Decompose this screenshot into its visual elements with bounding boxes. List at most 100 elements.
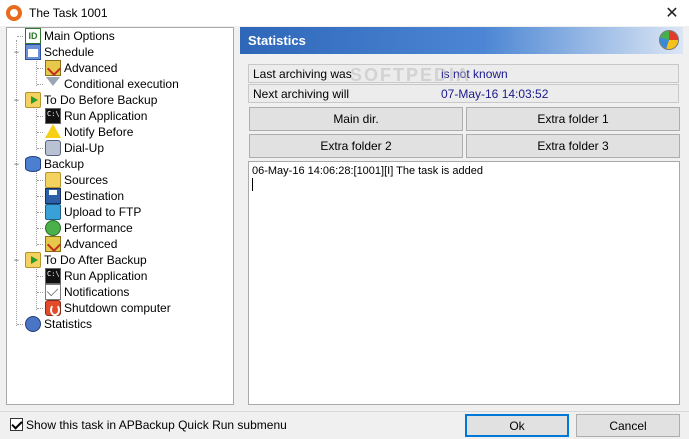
tree-item-label: Backup [44, 157, 85, 171]
ftp-icon [45, 204, 61, 220]
tree-item-before-run-application[interactable]: Run Application [45, 108, 147, 124]
tree-item-schedule[interactable]: Schedule [25, 44, 94, 60]
collapse-before-backup-toggle[interactable]: − [12, 96, 21, 105]
tree-item-label: Run Application [64, 269, 148, 283]
tree-item-label: Schedule [44, 45, 95, 59]
tree-connector [37, 292, 43, 293]
close-icon: ✕ [665, 5, 679, 22]
power-icon [45, 300, 61, 316]
tree-connector [37, 68, 43, 69]
extra-folder-3-button[interactable]: Extra folder 3 [466, 134, 680, 158]
last-archiving-label: Last archiving was [253, 67, 352, 81]
id-icon: ID [25, 28, 41, 44]
tree-connector [37, 132, 43, 133]
collapse-backup-toggle[interactable]: − [12, 160, 21, 169]
tree-item-label: Notify Before [64, 125, 134, 139]
phone-icon [45, 140, 61, 156]
tree-item-conditional-execution[interactable]: Conditional execution [45, 76, 179, 92]
tree-connector [36, 106, 37, 150]
tree-item-notifications[interactable]: Notifications [45, 284, 129, 300]
folder-icon [45, 172, 61, 188]
tree-item-label: Performance [64, 221, 133, 235]
tree-connector [37, 84, 43, 85]
tree-connector [17, 36, 23, 37]
title-bar: The Task 1001 ✕ [0, 0, 689, 26]
floppy-icon [45, 188, 61, 204]
database-icon [25, 156, 41, 172]
tree-item-dial-up[interactable]: Dial-Up [45, 140, 104, 156]
warning-icon [45, 124, 61, 140]
tree-item-label: Shutdown computer [64, 301, 171, 315]
ok-button[interactable]: Ok [465, 414, 569, 437]
performance-icon [45, 220, 61, 236]
next-archiving-value: 07-May-16 14:03:52 [441, 87, 549, 101]
tree-connector [37, 228, 43, 229]
quick-run-checkbox[interactable] [10, 418, 23, 431]
tree-item-statistics[interactable]: Statistics [25, 316, 92, 332]
window-title: The Task 1001 [29, 6, 108, 20]
collapse-schedule-toggle[interactable]: − [12, 48, 21, 57]
tree-item-label: To Do Before Backup [44, 93, 158, 107]
panel-header: Statistics [240, 27, 683, 54]
tree-connector [37, 212, 43, 213]
tree-item-label: Notifications [64, 285, 130, 299]
footer-divider [0, 411, 689, 412]
tree-item-label: Run Application [64, 109, 148, 123]
tree-item-to-do-after-backup[interactable]: To Do After Backup [25, 252, 147, 268]
tree-item-backup-advanced[interactable]: Advanced [45, 236, 117, 252]
navigation-tree[interactable]: − − − − ID Main Options Schedule Advance… [6, 27, 234, 405]
cancel-button[interactable]: Cancel [576, 414, 680, 437]
tree-item-notify-before[interactable]: Notify Before [45, 124, 133, 140]
advanced-icon [45, 236, 61, 252]
tree-item-after-run-application[interactable]: Run Application [45, 268, 147, 284]
tree-item-upload-to-ftp[interactable]: Upload to FTP [45, 204, 141, 220]
calendar-icon [25, 44, 41, 60]
tree-connector [37, 276, 43, 277]
app-lifebuoy-icon [6, 5, 22, 21]
last-archiving-row: Last archiving was is not known [248, 64, 679, 83]
panel-title: Statistics [248, 33, 306, 48]
extra-folder-1-button[interactable]: Extra folder 1 [466, 107, 680, 131]
funnel-icon [45, 76, 61, 92]
tree-item-schedule-advanced[interactable]: Advanced [45, 60, 117, 76]
tree-connector [37, 180, 43, 181]
tree-item-sources[interactable]: Sources [45, 172, 108, 188]
tree-connector [37, 244, 43, 245]
tree-item-main-options[interactable]: ID Main Options [25, 28, 115, 44]
tree-connector [37, 308, 43, 309]
quick-run-checkbox-label[interactable]: Show this task in APBackup Quick Run sub… [26, 418, 287, 432]
advanced-icon [45, 60, 61, 76]
tree-item-label: Advanced [64, 61, 118, 75]
tree-item-performance[interactable]: Performance [45, 220, 133, 236]
tree-connector [37, 116, 43, 117]
tree-item-label: Destination [64, 189, 125, 203]
text-caret [252, 178, 253, 191]
next-archiving-label: Next archiving will [253, 87, 350, 101]
tree-item-backup[interactable]: Backup [25, 156, 84, 172]
tree-connector [36, 170, 37, 246]
tree-item-destination[interactable]: Destination [45, 188, 124, 204]
console-icon [45, 268, 61, 284]
tree-item-label: Conditional execution [64, 77, 179, 91]
next-archiving-row: Next archiving will 07-May-16 14:03:52 [248, 84, 679, 103]
tree-item-to-do-before-backup[interactable]: To Do Before Backup [25, 92, 157, 108]
tree-connector [37, 196, 43, 197]
tree-item-shutdown-computer[interactable]: Shutdown computer [45, 300, 171, 316]
tree-connector [36, 266, 37, 310]
log-textarea[interactable]: 06-May-16 14:06:28:[1001][I] The task is… [248, 161, 680, 405]
last-archiving-value: is not known [441, 67, 508, 81]
tree-item-label: Dial-Up [64, 141, 105, 155]
envelope-icon [45, 284, 61, 300]
tree-item-label: Upload to FTP [64, 205, 142, 219]
tree-connector [36, 58, 37, 86]
close-window-button[interactable]: ✕ [655, 0, 689, 26]
extra-folder-2-button[interactable]: Extra folder 2 [249, 134, 463, 158]
tree-item-label: Statistics [44, 317, 93, 331]
collapse-after-backup-toggle[interactable]: − [12, 256, 21, 265]
statistics-icon [25, 316, 41, 332]
tree-item-label: To Do After Backup [44, 253, 147, 267]
main-dir-button[interactable]: Main dir. [249, 107, 463, 131]
tree-connector [16, 40, 17, 326]
tree-item-label: Sources [64, 173, 109, 187]
log-line: 06-May-16 14:06:28:[1001][I] The task is… [252, 165, 483, 177]
